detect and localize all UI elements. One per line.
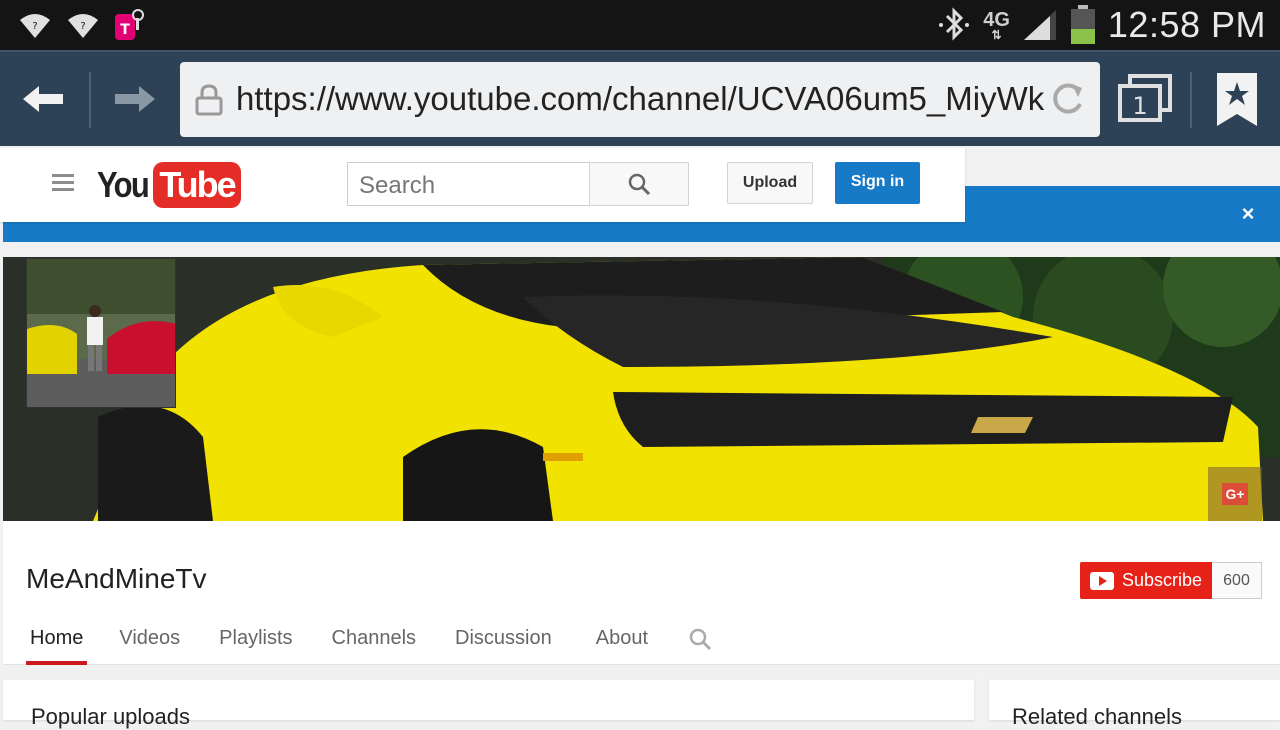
subscribe-button[interactable]: Subscribe [1080, 562, 1212, 599]
google-plus-link[interactable]: G+ [1208, 467, 1262, 521]
google-plus-icon: G+ [1222, 483, 1248, 505]
close-icon[interactable]: × [1238, 203, 1258, 225]
clock: 12:58 PM [1107, 4, 1266, 45]
channel-tabs: Home Videos Playlists Channels Discussio… [3, 619, 712, 665]
forward-button[interactable] [110, 74, 160, 124]
tabs-icon: 1 [1118, 74, 1172, 122]
youtube-play-icon [1090, 571, 1114, 590]
wifi-icon: ? [68, 14, 98, 38]
signal-icon [1023, 10, 1056, 40]
svg-text:T: T [120, 22, 130, 38]
tmobile-app-icon: T [115, 9, 144, 40]
channel-banner-art [3, 257, 1280, 521]
avatar-photo [27, 259, 175, 407]
bookmark-button[interactable] [1214, 70, 1260, 130]
channel-search-icon[interactable] [688, 627, 712, 651]
svg-text:?: ? [32, 21, 37, 32]
popular-uploads-section: Popular uploads [3, 680, 974, 729]
status-bar: ? ? T 4G ⇅ 12:58 PM [0, 0, 1280, 50]
related-channels-section: Related channels [989, 680, 1280, 729]
subscriber-count: 600 [1212, 562, 1262, 599]
youtube-masthead: You Tube Search Upload Sign in [0, 148, 965, 222]
back-arrow-icon [23, 86, 63, 112]
wifi-icon: ? [20, 14, 50, 38]
subscribe-label: Subscribe [1122, 570, 1203, 590]
tab-about[interactable]: About [596, 619, 648, 665]
section-title: Related channels [1012, 704, 1183, 729]
search-input[interactable]: Search [347, 162, 590, 206]
upload-button[interactable]: Upload [727, 162, 813, 204]
tab-count: 1 [1132, 92, 1147, 120]
tabs-button[interactable]: 1 [1118, 74, 1174, 126]
reload-icon[interactable] [1048, 80, 1086, 118]
tab-channels[interactable]: Channels [332, 619, 417, 665]
tab-discussion[interactable]: Discussion [455, 619, 552, 665]
channel-banner [3, 257, 1280, 521]
bluetooth-icon [939, 7, 970, 41]
tab-videos[interactable]: Videos [119, 619, 180, 665]
tab-playlists[interactable]: Playlists [219, 619, 292, 665]
url-text[interactable]: https://www.youtube.com/channel/UCVA06um… [236, 80, 1046, 118]
subscribe-widget: Subscribe 600 [1080, 562, 1262, 599]
channel-header: MeAndMineTv Subscribe 600 Home Videos Pl… [3, 521, 1280, 665]
youtube-logo[interactable]: You Tube [97, 162, 241, 208]
search-icon [628, 173, 651, 196]
guide-menu-icon[interactable] [52, 174, 74, 192]
tab-home[interactable]: Home [25, 619, 88, 665]
channel-title[interactable]: MeAndMineTv [26, 563, 207, 595]
section-title: Popular uploads [31, 704, 191, 729]
toolbar-divider [1190, 72, 1192, 128]
forward-arrow-icon [115, 86, 155, 112]
sign-in-button[interactable]: Sign in [835, 162, 920, 204]
channel-avatar[interactable] [26, 258, 176, 408]
lock-icon [195, 84, 223, 116]
logo-you-text: You [97, 164, 150, 205]
toolbar-divider [89, 72, 91, 128]
svg-text:?: ? [80, 21, 85, 32]
logo-tube-text: Tube [153, 162, 241, 208]
browser-toolbar: https://www.youtube.com/channel/UCVA06um… [0, 50, 1280, 146]
search-button[interactable] [589, 162, 689, 206]
bookmark-icon [1217, 73, 1257, 126]
network-type-indicator: 4G ⇅ [983, 9, 1010, 42]
address-bar[interactable]: https://www.youtube.com/channel/UCVA06um… [180, 62, 1100, 137]
battery-icon [1070, 5, 1095, 44]
back-button[interactable] [18, 74, 68, 124]
